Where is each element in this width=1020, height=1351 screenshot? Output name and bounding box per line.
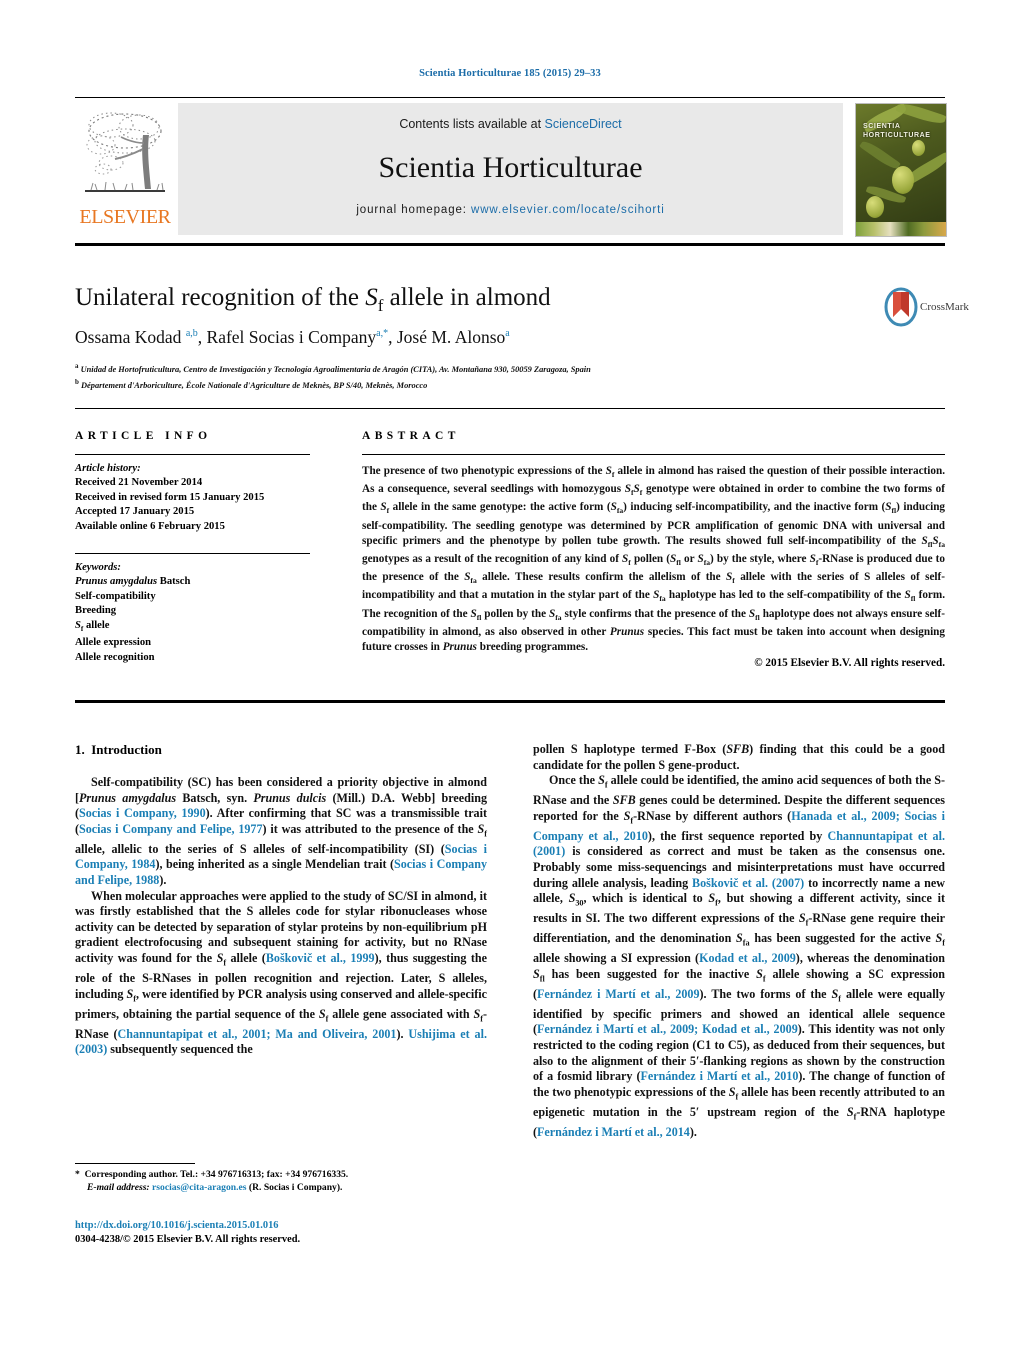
keyword-item: Allele expression — [75, 637, 152, 649]
title-italic-symbol: S — [365, 284, 378, 311]
article-history: Article history: Received 21 November 20… — [75, 462, 310, 534]
sciencedirect-link[interactable]: ScienceDirect — [545, 117, 622, 131]
keyword-item: Breeding — [75, 605, 117, 617]
cover-color-strip — [856, 222, 946, 236]
author-list: Ossama Kodad a,b, Rafel Socias i Company… — [75, 327, 510, 347]
corresponding-author-note: * Corresponding author. Tel.: +34 976716… — [75, 1168, 495, 1194]
body-left-column: 1. Introduction Self-compatibility (SC) … — [75, 742, 487, 1058]
title-pre: Unilateral recognition of the — [75, 284, 366, 311]
keyword-item: Prunus amygdalus Batsch — [75, 576, 191, 588]
article-page: Scientia Horticulturae 185 (2015) 29–33 — [0, 0, 1020, 1351]
masthead-bottom-rule — [75, 243, 945, 246]
article-info-heading: ARTICLE INFO — [75, 430, 212, 442]
email-suffix: (R. Socias i Company). — [248, 1182, 343, 1193]
history-item: Received in revised form 15 January 2015 — [75, 491, 265, 503]
abstract-heading: ABSTRACT — [362, 430, 460, 442]
elsevier-wordmark: ELSEVIER — [79, 206, 171, 228]
page-title: Unilateral recognition of the Sf allele … — [75, 283, 795, 321]
corresponding-author-line: * Corresponding author. Tel.: +34 976716… — [75, 1169, 349, 1180]
history-item: Available online 6 February 2015 — [75, 520, 225, 532]
affiliations: a Unidad de Hortofruticultura, Centro de… — [75, 362, 591, 390]
title-post: allele in almond — [383, 284, 551, 311]
paragraph: When molecular approaches were applied t… — [75, 888, 488, 1057]
history-item: Received 21 November 2014 — [75, 477, 203, 489]
paragraph: pollen S haplotype termed F-Box (SFB) fi… — [533, 742, 945, 772]
header-divider — [75, 97, 945, 98]
running-head: Scientia Horticulturae 185 (2015) 29–33 — [419, 68, 601, 79]
journal-cover-thumbnail: SCIENTIA HORTICULTURAE — [855, 103, 947, 237]
history-item: Accepted 17 January 2015 — [75, 506, 195, 518]
publisher-logo: ELSEVIER — [75, 103, 175, 235]
article-info-column: ARTICLE INFO Article history: Received 2… — [75, 430, 310, 665]
keywords-label: Keywords: — [75, 562, 121, 574]
doi-block: http://dx.doi.org/10.1016/j.scienta.2015… — [75, 1219, 495, 1247]
email-label: E-mail address: — [87, 1182, 150, 1193]
crossmark-label: CrossMark — [920, 301, 969, 313]
issn-copyright-line: 0304-4238/© 2015 Elsevier B.V. All right… — [75, 1234, 301, 1245]
abstract-copyright: © 2015 Elsevier B.V. All rights reserved… — [754, 656, 945, 669]
abstract-text: The presence of two phenotypic expressio… — [362, 465, 946, 653]
email-line: E-mail address: rsocias@cita-aragon.es (… — [75, 1181, 495, 1194]
keyword-item: Sf allele — [75, 619, 110, 633]
body-right-column: pollen S haplotype termed F-Box (SFB) fi… — [533, 742, 945, 1140]
keywords-rule — [75, 553, 310, 555]
cover-journal-title: SCIENTIA HORTICULTURAE — [863, 123, 931, 139]
doi-link[interactable]: http://dx.doi.org/10.1016/j.scienta.2015… — [75, 1219, 495, 1233]
keyword-item: Self-compatibility — [75, 590, 156, 602]
journal-title: Scientia Horticulturae — [378, 151, 643, 184]
section-heading-introduction: 1. Introduction — [75, 742, 162, 757]
journal-homepage-line: journal homepage: www.elsevier.com/locat… — [178, 204, 843, 216]
contents-available-line: Contents lists available at ScienceDirec… — [178, 117, 843, 131]
journal-band: Contents lists available at ScienceDirec… — [178, 103, 843, 235]
footnote-rule — [75, 1163, 195, 1164]
abstract-bottom-rule — [75, 700, 945, 703]
paragraph: Once the Sf allele could be identified, … — [533, 773, 946, 1139]
crossmark-icon — [884, 287, 918, 327]
article-history-label: Article history: — [75, 463, 141, 474]
abstract-rule — [362, 454, 945, 455]
elsevier-tree-icon — [85, 112, 165, 192]
journal-masthead: ELSEVIER Contents lists available at Sci… — [75, 103, 947, 237]
crossmark-badge[interactable]: CrossMark — [884, 287, 969, 333]
keywords-block: Keywords: Prunus amygdalus Batsch Self-c… — [75, 561, 310, 665]
paragraph: Self-compatibility (SC) has been conside… — [75, 775, 488, 887]
journal-homepage-link[interactable]: www.elsevier.com/locate/scihorti — [471, 204, 665, 216]
article-info-rule — [75, 454, 310, 455]
homepage-prefix: journal homepage: — [356, 204, 471, 216]
abstract-column: ABSTRACT The presence of two phenotypic … — [362, 430, 945, 669]
contents-prefix: Contents lists available at — [399, 117, 545, 131]
keyword-item: Allele recognition — [75, 651, 155, 663]
title-block-divider — [75, 408, 945, 409]
email-link[interactable]: rsocias@cita-aragon.es — [152, 1182, 246, 1193]
